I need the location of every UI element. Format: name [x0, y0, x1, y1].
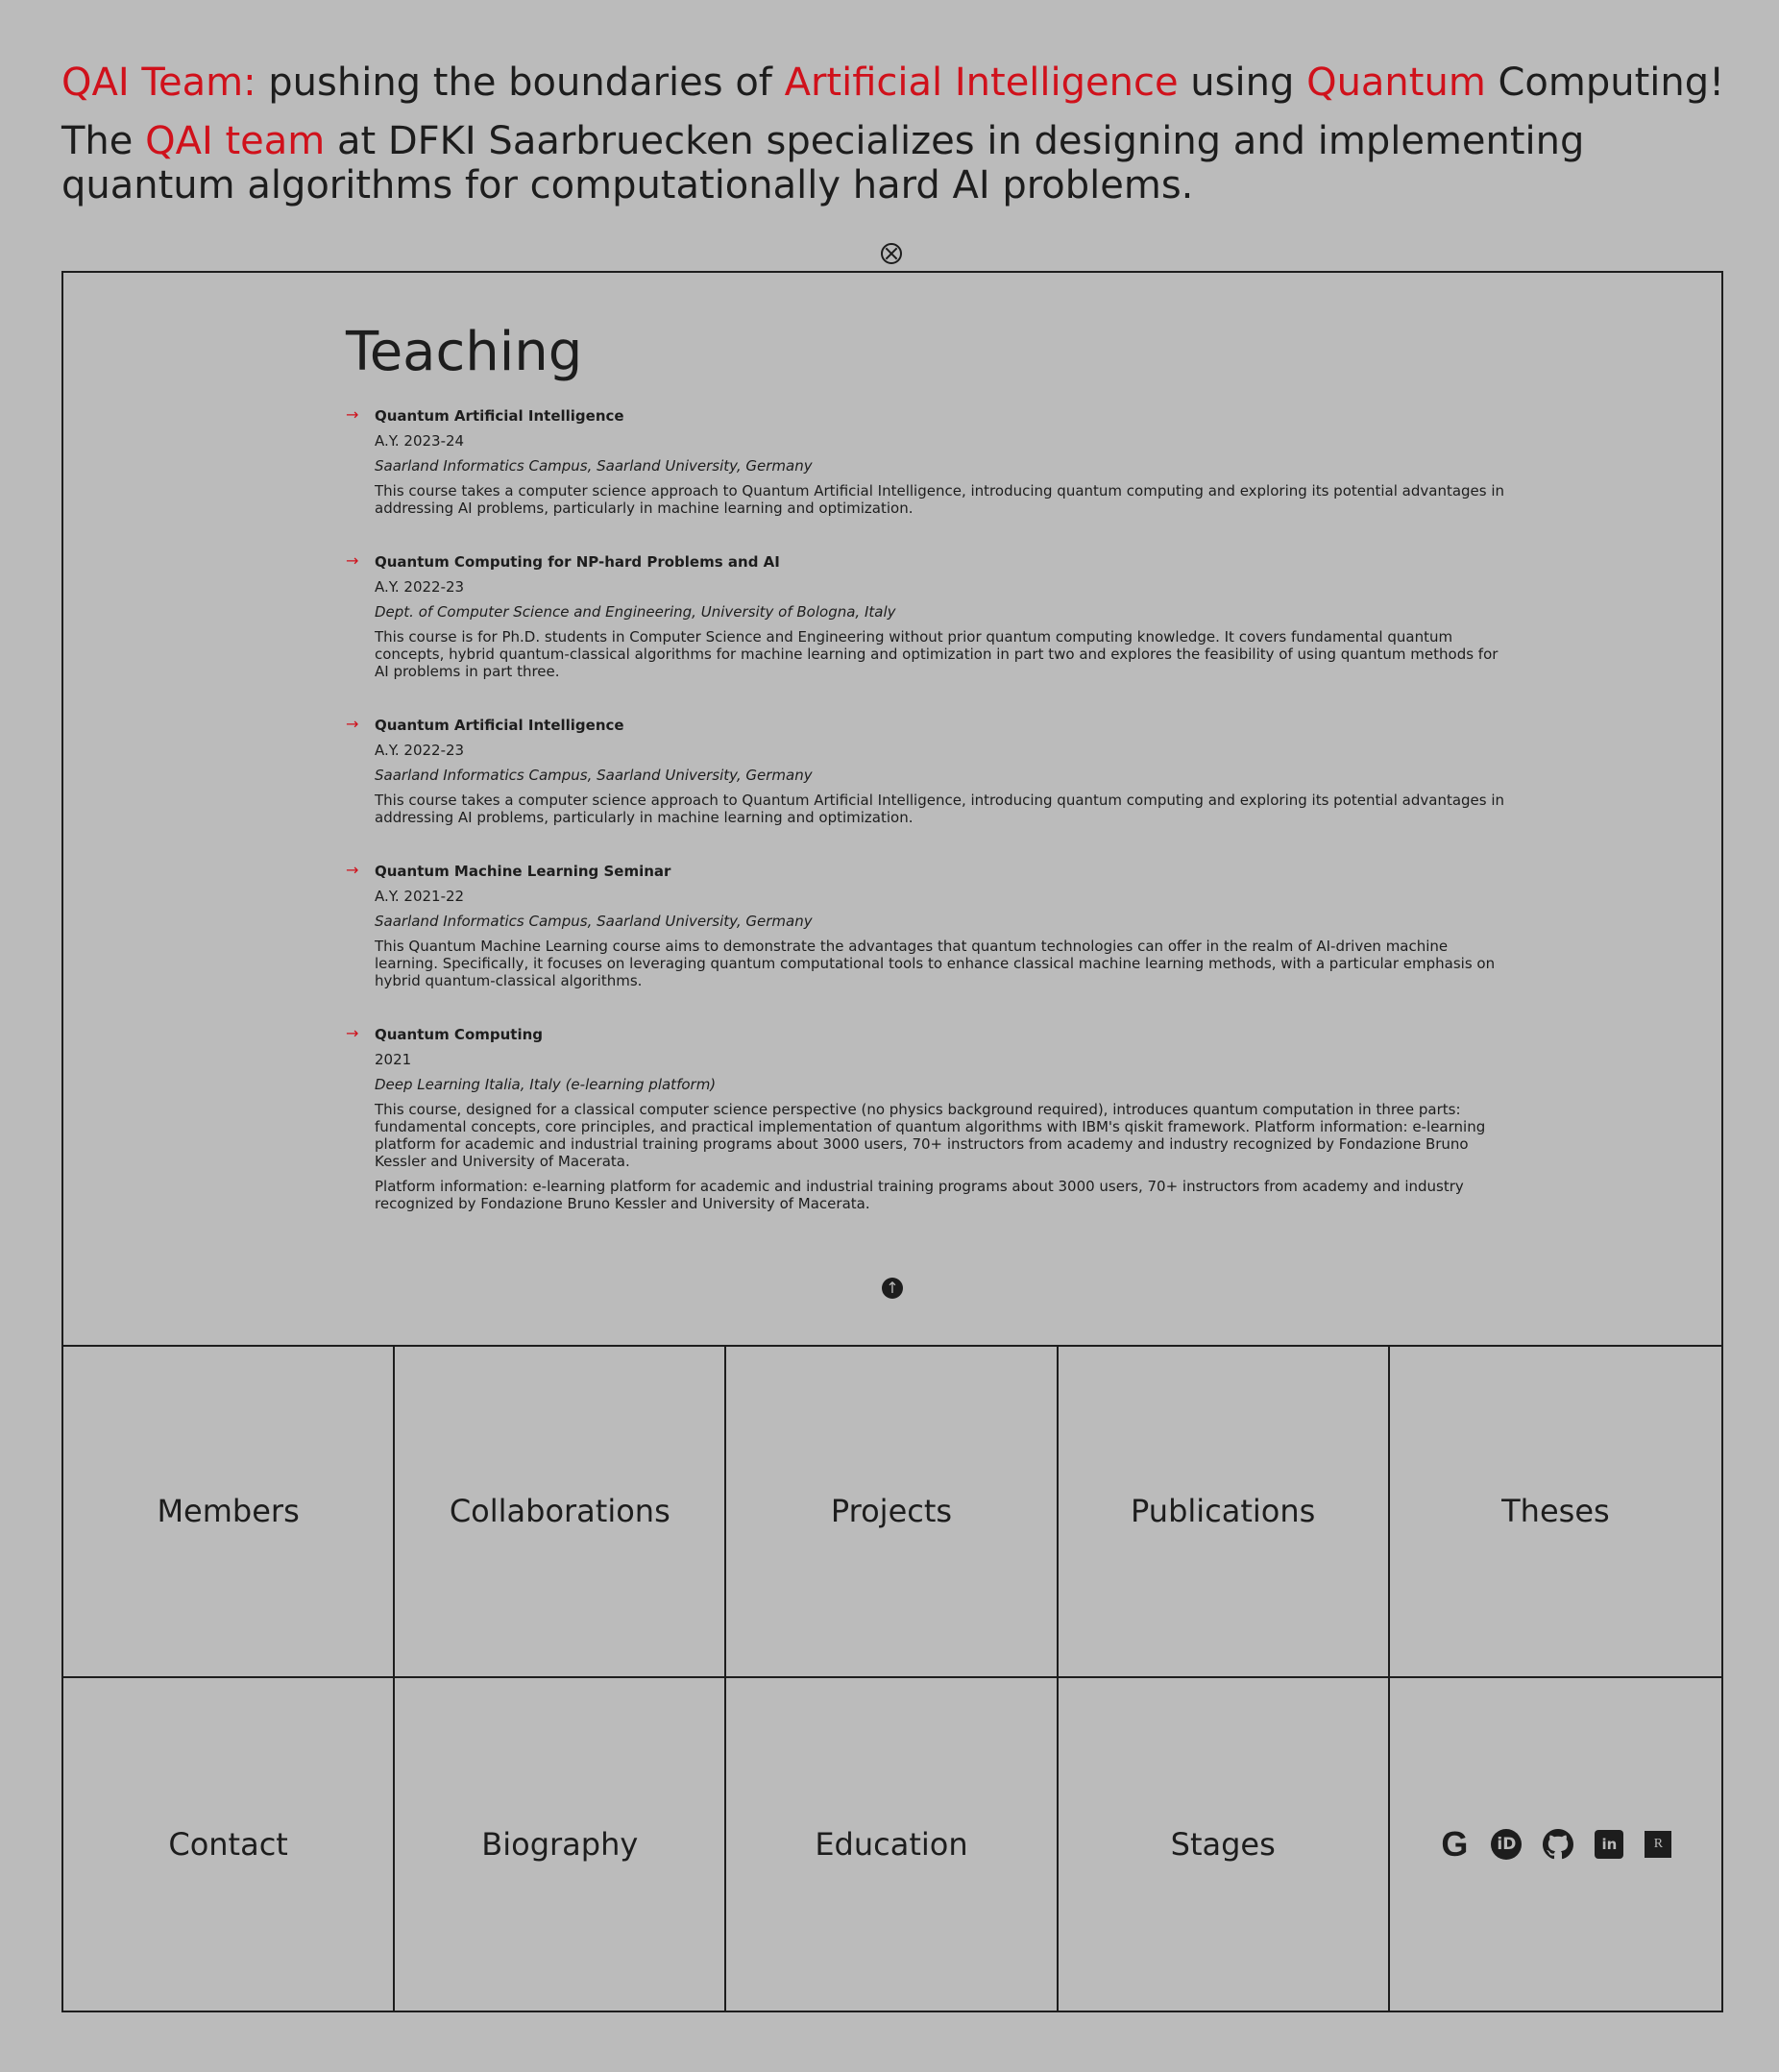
nav-contact[interactable]: Contact: [63, 1678, 396, 2011]
headline-quantum: Quantum: [1306, 61, 1486, 105]
github-icon[interactable]: [1543, 1829, 1574, 1860]
nav-publications[interactable]: Publications: [1058, 1346, 1390, 1678]
list-item: → Quantum Artificial Intelligence A.Y. 2…: [346, 405, 1508, 518]
course-place: Saarland Informatics Campus, Saarland Un…: [375, 767, 813, 784]
arrow-right-icon: →: [346, 715, 359, 733]
course-place: Dept. of Computer Science and Engineerin…: [375, 603, 896, 621]
researchgate-icon[interactable]: R: [1645, 1831, 1672, 1858]
course-platform-info: Platform information: e-learning platfor…: [375, 1178, 1464, 1212]
course-description: This Quantum Machine Learning course aim…: [375, 938, 1496, 989]
course-title: Quantum Artificial Intelligence: [375, 717, 624, 734]
course-year: A.Y. 2022-23: [375, 742, 465, 759]
list-item: → Quantum Computing for NP-hard Problems…: [346, 551, 1508, 681]
list-item: → Quantum Computing 2021 Deep Learning I…: [346, 1024, 1508, 1213]
arrow-right-icon: →: [346, 405, 359, 424]
linkedin-icon[interactable]: in: [1595, 1830, 1624, 1859]
close-icon[interactable]: [881, 243, 902, 264]
headline-team: QAI Team:: [61, 61, 256, 105]
course-place: Saarland Informatics Campus, Saarland Un…: [375, 457, 813, 475]
course-title: Quantum Computing: [375, 1026, 544, 1043]
nav-grid: Members Collaborations Projects Publicat…: [61, 1346, 1723, 2012]
social-icons: G iD in R: [1439, 1824, 1672, 1864]
nav-biography[interactable]: Biography: [395, 1678, 727, 2011]
nav-projects[interactable]: Projects: [726, 1346, 1059, 1678]
course-year: A.Y. 2022-23: [375, 578, 465, 596]
teaching-panel: Teaching → Quantum Artificial Intelligen…: [61, 271, 1723, 1347]
arrow-right-icon: →: [346, 551, 359, 570]
nav-members[interactable]: Members: [63, 1346, 396, 1678]
page-title: Teaching: [346, 321, 583, 383]
intro-team-link[interactable]: QAI team: [145, 119, 325, 163]
nav-education[interactable]: Education: [726, 1678, 1059, 2011]
course-description: This course takes a computer science app…: [375, 482, 1505, 517]
list-item: → Quantum Artificial Intelligence A.Y. 2…: [346, 715, 1508, 827]
intro-text: The QAI team at DFKI Saarbruecken specia…: [61, 119, 1694, 207]
arrow-right-icon: →: [346, 861, 359, 879]
social-links: G iD in R: [1390, 1678, 1721, 2011]
course-title: Quantum Machine Learning Seminar: [375, 863, 671, 880]
google-scholar-icon[interactable]: G: [1439, 1824, 1470, 1864]
headline-text: Computing!: [1485, 61, 1725, 105]
course-list: → Quantum Artificial Intelligence A.Y. 2…: [346, 405, 1508, 1249]
course-title: Quantum Artificial Intelligence: [375, 407, 624, 425]
headline-text: using: [1178, 61, 1307, 105]
arrow-right-icon: →: [346, 1024, 359, 1042]
headline-text: pushing the boundaries of: [256, 61, 785, 105]
nav-collaborations[interactable]: Collaborations: [395, 1346, 727, 1678]
course-place: Saarland Informatics Campus, Saarland Un…: [375, 913, 813, 930]
nav-stages[interactable]: Stages: [1059, 1678, 1390, 2011]
headline: QAI Team: pushing the boundaries of Arti…: [61, 58, 1733, 108]
headline-ai: Artificial Intelligence: [784, 61, 1179, 105]
list-item: → Quantum Machine Learning Seminar A.Y. …: [346, 861, 1508, 990]
orcid-icon[interactable]: iD: [1491, 1829, 1523, 1860]
course-description: This course, designed for a classical co…: [375, 1101, 1486, 1170]
arrow-up-circle-icon[interactable]: ↑: [882, 1278, 903, 1299]
course-place: Deep Learning Italia, Italy (e-learning …: [375, 1076, 717, 1093]
course-year: 2021: [375, 1051, 412, 1068]
nav-theses[interactable]: Theses: [1389, 1346, 1721, 1678]
intro-part: The: [61, 119, 146, 163]
course-description: This course takes a computer science app…: [375, 792, 1505, 826]
course-year: A.Y. 2023-24: [375, 432, 465, 450]
course-description: This course is for Ph.D. students in Com…: [375, 628, 1499, 680]
course-title: Quantum Computing for NP-hard Problems a…: [375, 553, 780, 571]
course-year: A.Y. 2021-22: [375, 888, 465, 905]
